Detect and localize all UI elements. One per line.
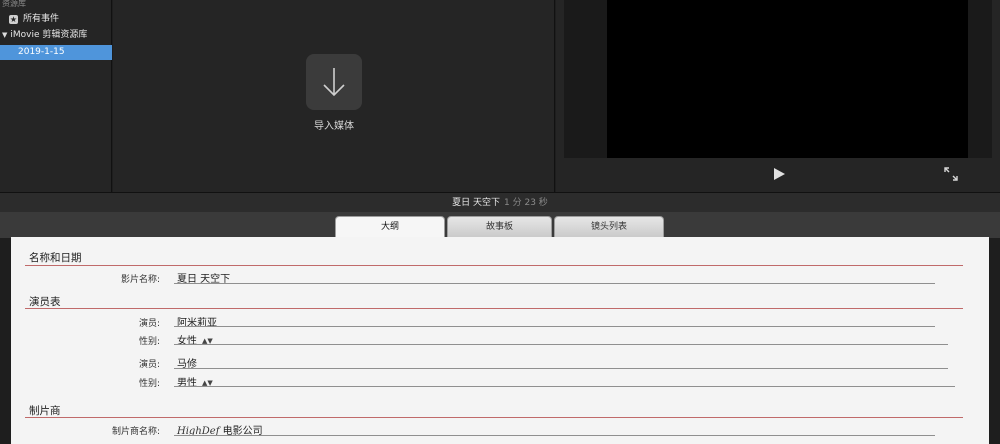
sidebar-item-all-events[interactable]: ★ 所有事件 [0,12,112,27]
gender-label: 性别: [138,379,160,389]
section-divider [25,308,963,309]
sidebar-item-event-2019-1-15[interactable]: 2019-1-15 [0,45,112,60]
field-underline [174,435,935,436]
project-duration: 1 分 23 秒 [504,198,548,208]
fullscreen-icon[interactable] [944,167,958,181]
tab-outline[interactable]: 大纲 [335,216,445,239]
field-underline [174,344,948,345]
play-icon[interactable] [771,166,787,182]
library-sidebar: 资源库 ★ 所有事件 ▼ iMovie 剪辑资源库 2019-1-15 [0,0,112,192]
outline-document: 名称和日期 影片名称: 夏日 天空下 演员表 演员: 阿米莉亚 性别: 女性 ▲▼… [11,237,989,444]
library-header: 资源库 [2,0,26,8]
sidebar-item-imovie-library[interactable]: ▼ iMovie 剪辑资源库 [0,28,112,43]
field-underline [174,368,948,369]
field-underline [174,283,935,284]
studio-name-label: 制片商名称: [111,427,160,437]
movie-name-label: 影片名称: [120,275,160,285]
sidebar-item-label: iMovie 剪辑资源库 [10,30,88,40]
actor-label: 演员: [138,319,160,329]
video-preview[interactable] [607,0,968,158]
gender-value: 男性 [177,378,197,389]
tab-shot-list[interactable]: 镜头列表 [554,216,664,238]
section-divider [25,265,963,266]
section-title-name-date: 名称和日期 [29,252,82,264]
import-media-label: 导入媒体 [314,121,354,132]
media-browser: 导入媒体 [113,0,555,192]
gender-value: 女性 [177,336,197,347]
viewer [556,0,1000,192]
import-media-button[interactable] [306,54,362,110]
disclosure-triangle-icon[interactable]: ▼ [2,28,7,43]
down-arrow-icon [323,68,345,97]
section-title-studio: 制片商 [29,405,61,417]
viewer-frame [564,0,992,158]
section-title-cast: 演员表 [29,296,61,308]
tab-storyboard[interactable]: 故事板 [447,216,552,238]
sidebar-item-label: 所有事件 [23,14,60,24]
project-title-bar: 夏日 天空下 1 分 23 秒 [0,192,1000,212]
field-underline [174,386,955,387]
actor-label: 演员: [138,360,160,370]
project-title: 夏日 天空下 [452,198,501,208]
gender-label: 性别: [138,337,160,347]
field-underline [174,326,935,327]
trailer-tabs: 大纲 故事板 镜头列表 [0,212,1000,239]
section-divider [25,417,963,418]
star-icon: ★ [9,15,18,24]
sidebar-item-label: 2019-1-15 [18,47,65,57]
